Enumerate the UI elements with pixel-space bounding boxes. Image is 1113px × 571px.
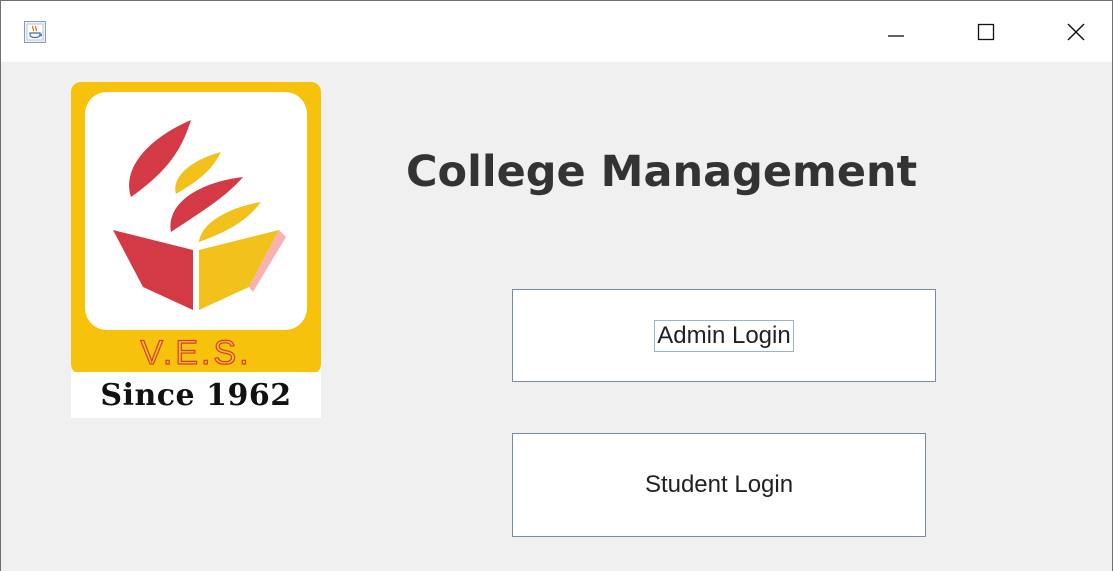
- close-icon: [1067, 23, 1085, 40]
- logo-since-text: Since 1962: [71, 372, 321, 418]
- admin-login-button[interactable]: Admin Login: [512, 289, 936, 382]
- app-window: V.E.S. Since 1962 College Management Adm…: [0, 0, 1113, 571]
- java-coffee-icon[interactable]: [24, 21, 46, 43]
- title-bar[interactable]: [1, 1, 1112, 62]
- ves-emblem-icon: V.E.S.: [71, 82, 321, 374]
- logo-initials: V.E.S.: [140, 334, 251, 372]
- minimize-icon: [888, 34, 904, 37]
- maximize-icon: [977, 23, 995, 40]
- admin-login-label: Admin Login: [654, 319, 794, 352]
- student-login-button[interactable]: Student Login: [512, 433, 926, 537]
- maximize-button[interactable]: [941, 1, 1031, 62]
- minimize-button[interactable]: [851, 1, 941, 62]
- close-button[interactable]: [1031, 1, 1112, 62]
- ves-logo: V.E.S. Since 1962: [71, 82, 321, 418]
- student-login-label: Student Login: [644, 471, 794, 498]
- main-panel: V.E.S. Since 1962 College Management Adm…: [1, 62, 1112, 571]
- page-title: College Management: [406, 147, 918, 197]
